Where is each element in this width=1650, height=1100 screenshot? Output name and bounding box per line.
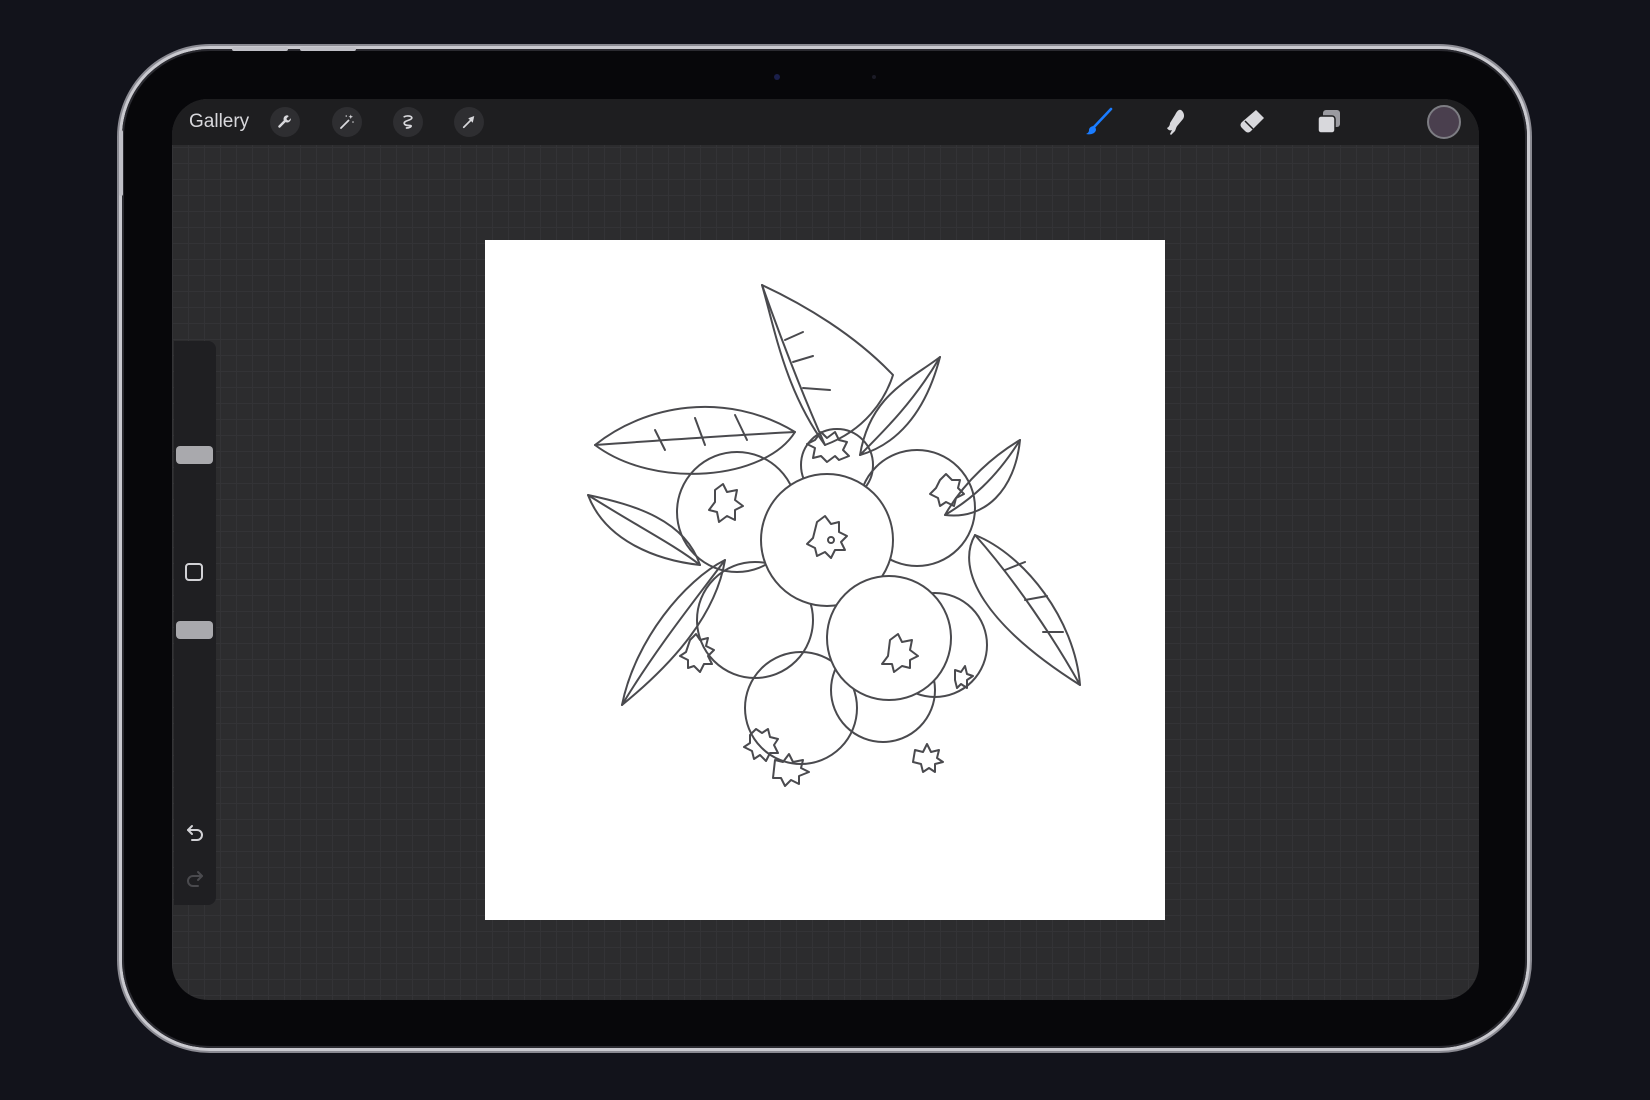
- blueberry-drawing: [587, 284, 1081, 787]
- leaf-right-upper: [944, 439, 1021, 517]
- leaf-right-lower: [968, 534, 1081, 686]
- volume-button-2: [300, 47, 356, 51]
- cursor-arrow-icon: [462, 116, 475, 129]
- transform-button[interactable]: [454, 107, 484, 137]
- modify-button[interactable]: [185, 563, 203, 581]
- layers-icon[interactable]: [1313, 106, 1345, 138]
- leaf-top: [761, 284, 894, 446]
- redo-icon[interactable]: [183, 865, 207, 889]
- wrench-icon: [278, 115, 291, 128]
- gallery-button[interactable]: Gallery: [189, 111, 249, 133]
- sidebar: [174, 341, 216, 905]
- undo-icon[interactable]: [183, 819, 207, 843]
- opacity-slider[interactable]: [176, 621, 213, 639]
- smudge-icon[interactable]: [1159, 106, 1191, 138]
- brush-size-slider[interactable]: [176, 446, 213, 464]
- eraser-icon[interactable]: [1236, 106, 1268, 138]
- magic-wand-icon: [340, 114, 354, 129]
- adjustments-button[interactable]: [332, 107, 362, 137]
- top-toolbar: Gallery: [172, 99, 1479, 145]
- camera-lens: [774, 74, 780, 80]
- drawing-canvas[interactable]: [485, 240, 1165, 920]
- power-button: [119, 130, 123, 196]
- volume-button: [232, 47, 288, 51]
- brush-icon[interactable]: [1083, 106, 1115, 138]
- leaf-upper-right: [859, 356, 941, 456]
- selection-icon: [403, 115, 413, 129]
- screen: Gallery: [172, 99, 1479, 1000]
- berry-mid-lower: [826, 575, 952, 701]
- selection-button[interactable]: [393, 107, 423, 137]
- leaf-left: [594, 405, 796, 475]
- camera-area: [700, 66, 940, 86]
- color-picker-button[interactable]: [1427, 105, 1461, 139]
- actions-button[interactable]: [270, 107, 300, 137]
- sensor: [872, 75, 876, 79]
